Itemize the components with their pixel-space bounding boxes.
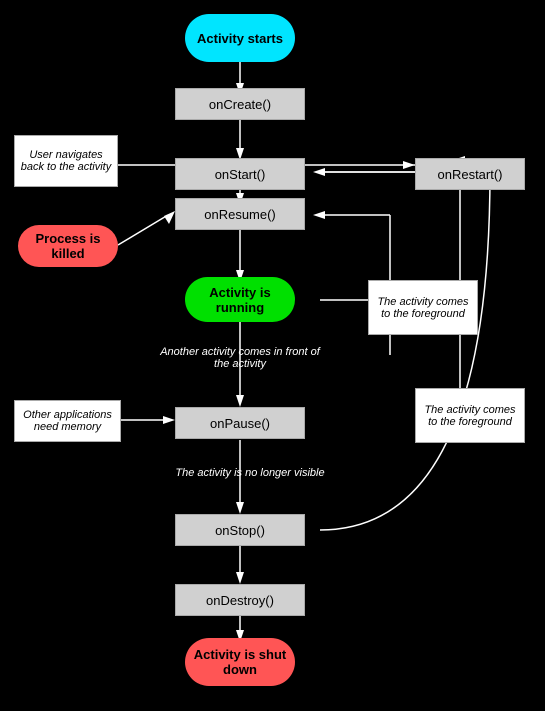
onrestart-label: onRestart() xyxy=(437,167,502,182)
ondestroy-node: onDestroy() xyxy=(175,584,305,616)
onpause-label: onPause() xyxy=(210,416,270,431)
activity-foreground1-label: The activity comes to the foreground xyxy=(368,280,478,335)
onstart-node: onStart() xyxy=(175,158,305,190)
other-apps-label: Other applications need memory xyxy=(14,400,121,442)
activity-foreground2-label: The activity comes to the foreground xyxy=(415,388,525,443)
activity-running-label: Activity is running xyxy=(185,285,295,315)
ondestroy-label: onDestroy() xyxy=(206,593,274,608)
onstop-label: onStop() xyxy=(215,523,265,538)
onstop-node: onStop() xyxy=(175,514,305,546)
onpause-node: onPause() xyxy=(175,407,305,439)
oncreate-node: onCreate() xyxy=(175,88,305,120)
activity-shutdown-label: Activity is shut down xyxy=(185,647,295,677)
no-longer-visible-label: The activity is no longer visible xyxy=(155,462,345,484)
onstart-label: onStart() xyxy=(215,167,266,182)
oncreate-label: onCreate() xyxy=(209,97,271,112)
onrestart-node: onRestart() xyxy=(415,158,525,190)
activity-shutdown-node: Activity is shut down xyxy=(185,638,295,686)
onresume-label: onResume() xyxy=(204,207,276,222)
activity-starts-label: Activity starts xyxy=(197,31,283,46)
activity-running-node: Activity is running xyxy=(185,277,295,322)
process-killed-node: Process is killed xyxy=(18,225,118,267)
user-navigates-label: User navigates back to the activity xyxy=(14,135,118,187)
activity-starts-node: Activity starts xyxy=(185,14,295,62)
process-killed-label: Process is killed xyxy=(18,231,118,261)
onresume-node: onResume() xyxy=(175,198,305,230)
another-activity-label: Another activity comes in front of the a… xyxy=(160,340,320,375)
